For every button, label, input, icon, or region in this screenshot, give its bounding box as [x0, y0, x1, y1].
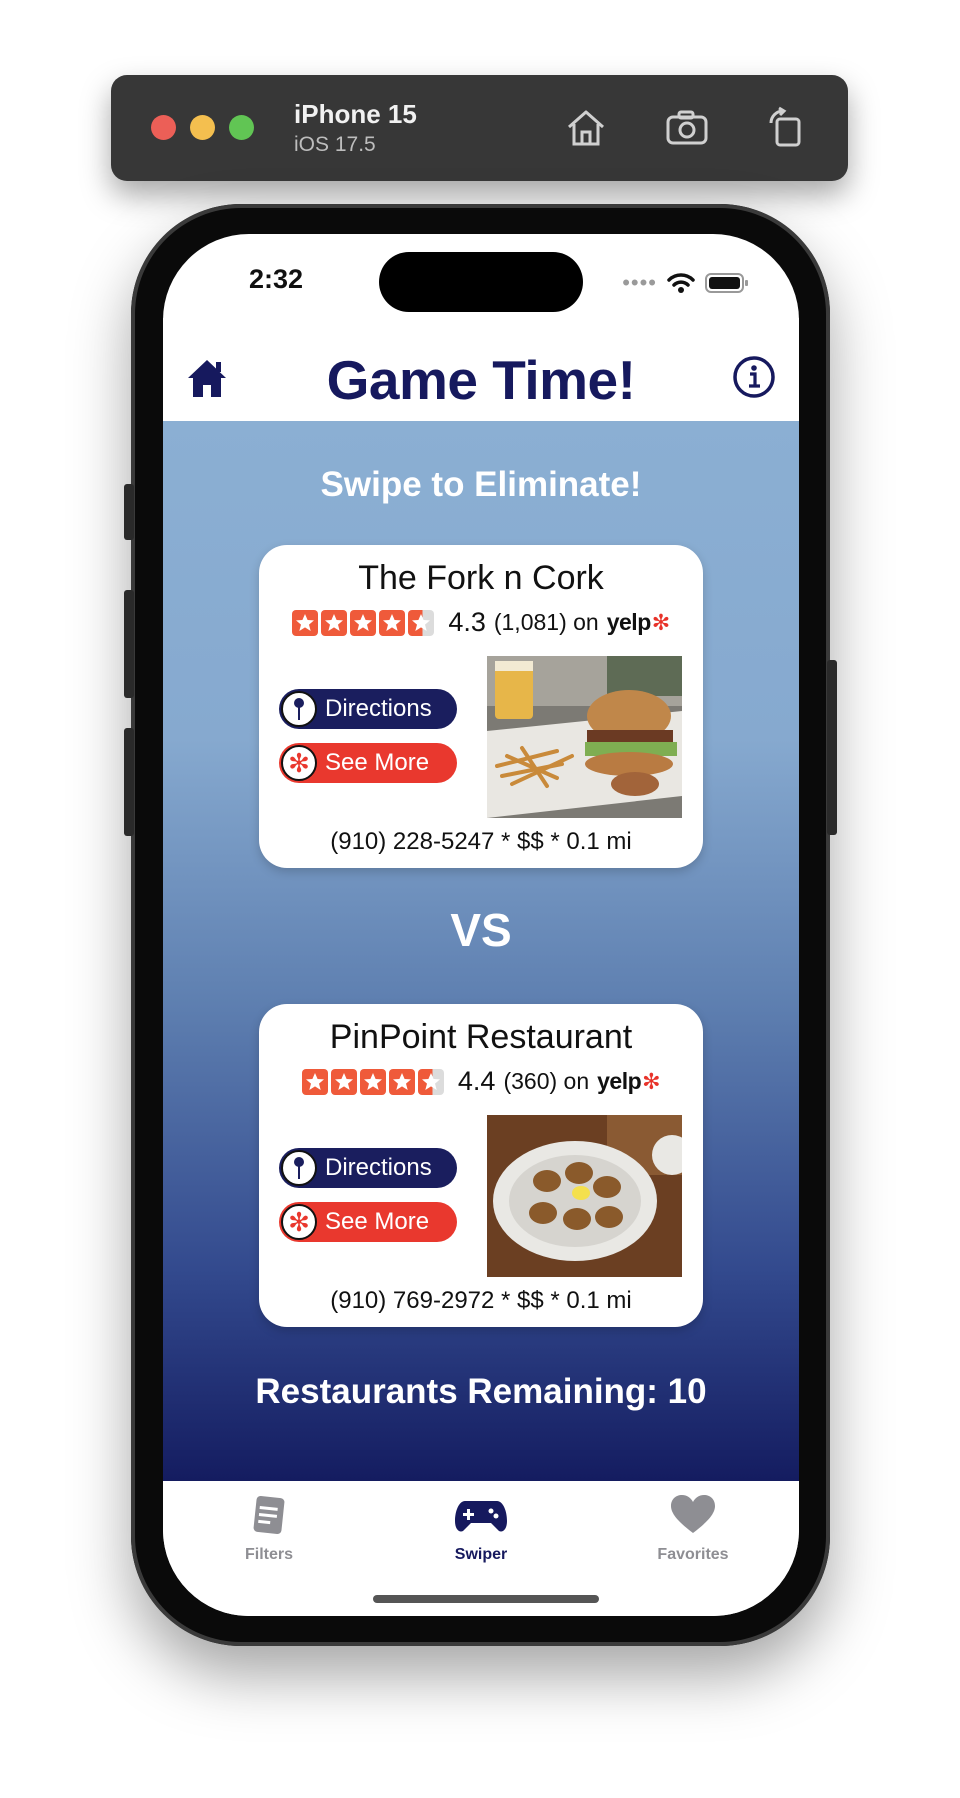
home-indicator[interactable]: [373, 1595, 599, 1603]
review-count: (1,081) on: [493, 609, 599, 635]
volume-down-button: [124, 728, 134, 836]
see-more-button[interactable]: ✻ See More: [279, 743, 457, 783]
swipe-instruction: Swipe to Eliminate!: [320, 465, 642, 504]
rotate-icon[interactable]: [763, 105, 809, 151]
heart-icon: [671, 1495, 715, 1533]
see-more-label: See More: [325, 749, 430, 776]
swiper-area: Swipe to Eliminate! The Fork n Cork 4.3 …: [163, 421, 799, 1481]
rating-value: 4.3: [448, 607, 486, 637]
dynamic-island: [379, 252, 583, 312]
restaurant-card[interactable]: PinPoint Restaurant 4.4 (360) on yelp ✻ D…: [259, 1004, 703, 1327]
rating-row: 4.4 (360) on yelp ✻: [259, 1066, 703, 1097]
yelp-burst-icon: ✻: [281, 745, 317, 781]
directions-button[interactable]: Directions: [279, 1148, 457, 1188]
star-icon: [301, 1068, 328, 1095]
tab-favorites[interactable]: Favorites: [613, 1493, 773, 1564]
star-icon: [359, 1068, 386, 1095]
screenshot-camera-icon[interactable]: [664, 105, 710, 151]
see-more-button[interactable]: ✻ See More: [279, 1202, 457, 1242]
yelp-logo: yelp ✻: [606, 609, 670, 635]
signal-dots-icon: ••••: [622, 270, 657, 295]
restaurants-remaining: Restaurants Remaining: 10: [255, 1372, 707, 1411]
wifi-icon: [667, 273, 695, 293]
yelp-burst-icon: ✻: [642, 1068, 661, 1094]
close-window-button[interactable]: [151, 115, 176, 140]
yelp-burst-icon: ✻: [651, 609, 670, 635]
rating-row: 4.3 (1,081) on yelp ✻: [259, 607, 703, 638]
tab-label: Favorites: [657, 1546, 729, 1563]
power-button: [827, 660, 837, 835]
gamepad-icon: [455, 1501, 507, 1532]
directions-button[interactable]: Directions: [279, 689, 457, 729]
review-count: (360) on: [503, 1068, 590, 1094]
restaurant-card[interactable]: The Fork n Cork 4.3 (1,081) on yelp ✻ Dir…: [259, 545, 703, 868]
restaurant-name: The Fork n Cork: [358, 559, 604, 597]
directions-label: Directions: [325, 695, 432, 722]
star-icon: [379, 609, 406, 636]
tab-label: Filters: [244, 1546, 293, 1563]
yelp-burst-icon: ✻: [281, 1204, 317, 1240]
volume-up-button: [124, 590, 134, 698]
app-header: Game Time!: [163, 318, 799, 438]
half-star-icon: [408, 609, 435, 636]
star-rating: [292, 609, 435, 636]
map-pin-icon: [281, 1150, 317, 1186]
tab-filters[interactable]: Filters: [189, 1493, 349, 1564]
star-icon: [350, 609, 377, 636]
phone-screen: 2:32 •••• Game Time! Swipe to Eliminate!…: [163, 234, 799, 1616]
star-icon: [292, 609, 319, 636]
battery-icon: [705, 273, 748, 293]
mute-switch: [124, 484, 134, 540]
see-more-label: See More: [325, 1208, 430, 1235]
status-time: 2:32: [249, 264, 304, 294]
page-title: Game Time!: [326, 349, 636, 411]
baked-oysters-photo: [487, 1115, 682, 1277]
star-icon: [388, 1068, 415, 1095]
map-pin-icon: [281, 691, 317, 727]
minimize-window-button[interactable]: [190, 115, 215, 140]
zoom-window-button[interactable]: [229, 115, 254, 140]
rating-value: 4.4: [457, 1066, 496, 1096]
simulator-toolbar: iPhone 15 iOS 17.5: [111, 75, 848, 181]
os-version: iOS 17.5: [294, 133, 376, 156]
star-icon: [321, 609, 348, 636]
info-icon[interactable]: [731, 354, 777, 400]
tab-swiper[interactable]: Swiper: [401, 1493, 561, 1564]
directions-label: Directions: [325, 1154, 432, 1181]
document-icon: [253, 1496, 285, 1534]
vs-label: VS: [450, 904, 512, 956]
status-icons: ••••: [622, 270, 749, 296]
tab-label: Swiper: [454, 1546, 508, 1563]
restaurant-details: (910) 228-5247 * $$ * 0.1 mi: [330, 828, 632, 855]
star-icon: [330, 1068, 357, 1095]
star-rating: [301, 1068, 444, 1095]
home-icon[interactable]: [563, 105, 609, 151]
half-star-icon: [417, 1068, 444, 1095]
restaurant-details: (910) 769-2972 * $$ * 0.1 mi: [330, 1287, 632, 1314]
yelp-logo: yelp ✻: [597, 1068, 661, 1094]
device-name: iPhone 15: [294, 99, 417, 129]
burger-and-fries-photo: [487, 656, 682, 818]
restaurant-name: PinPoint Restaurant: [329, 1018, 633, 1056]
